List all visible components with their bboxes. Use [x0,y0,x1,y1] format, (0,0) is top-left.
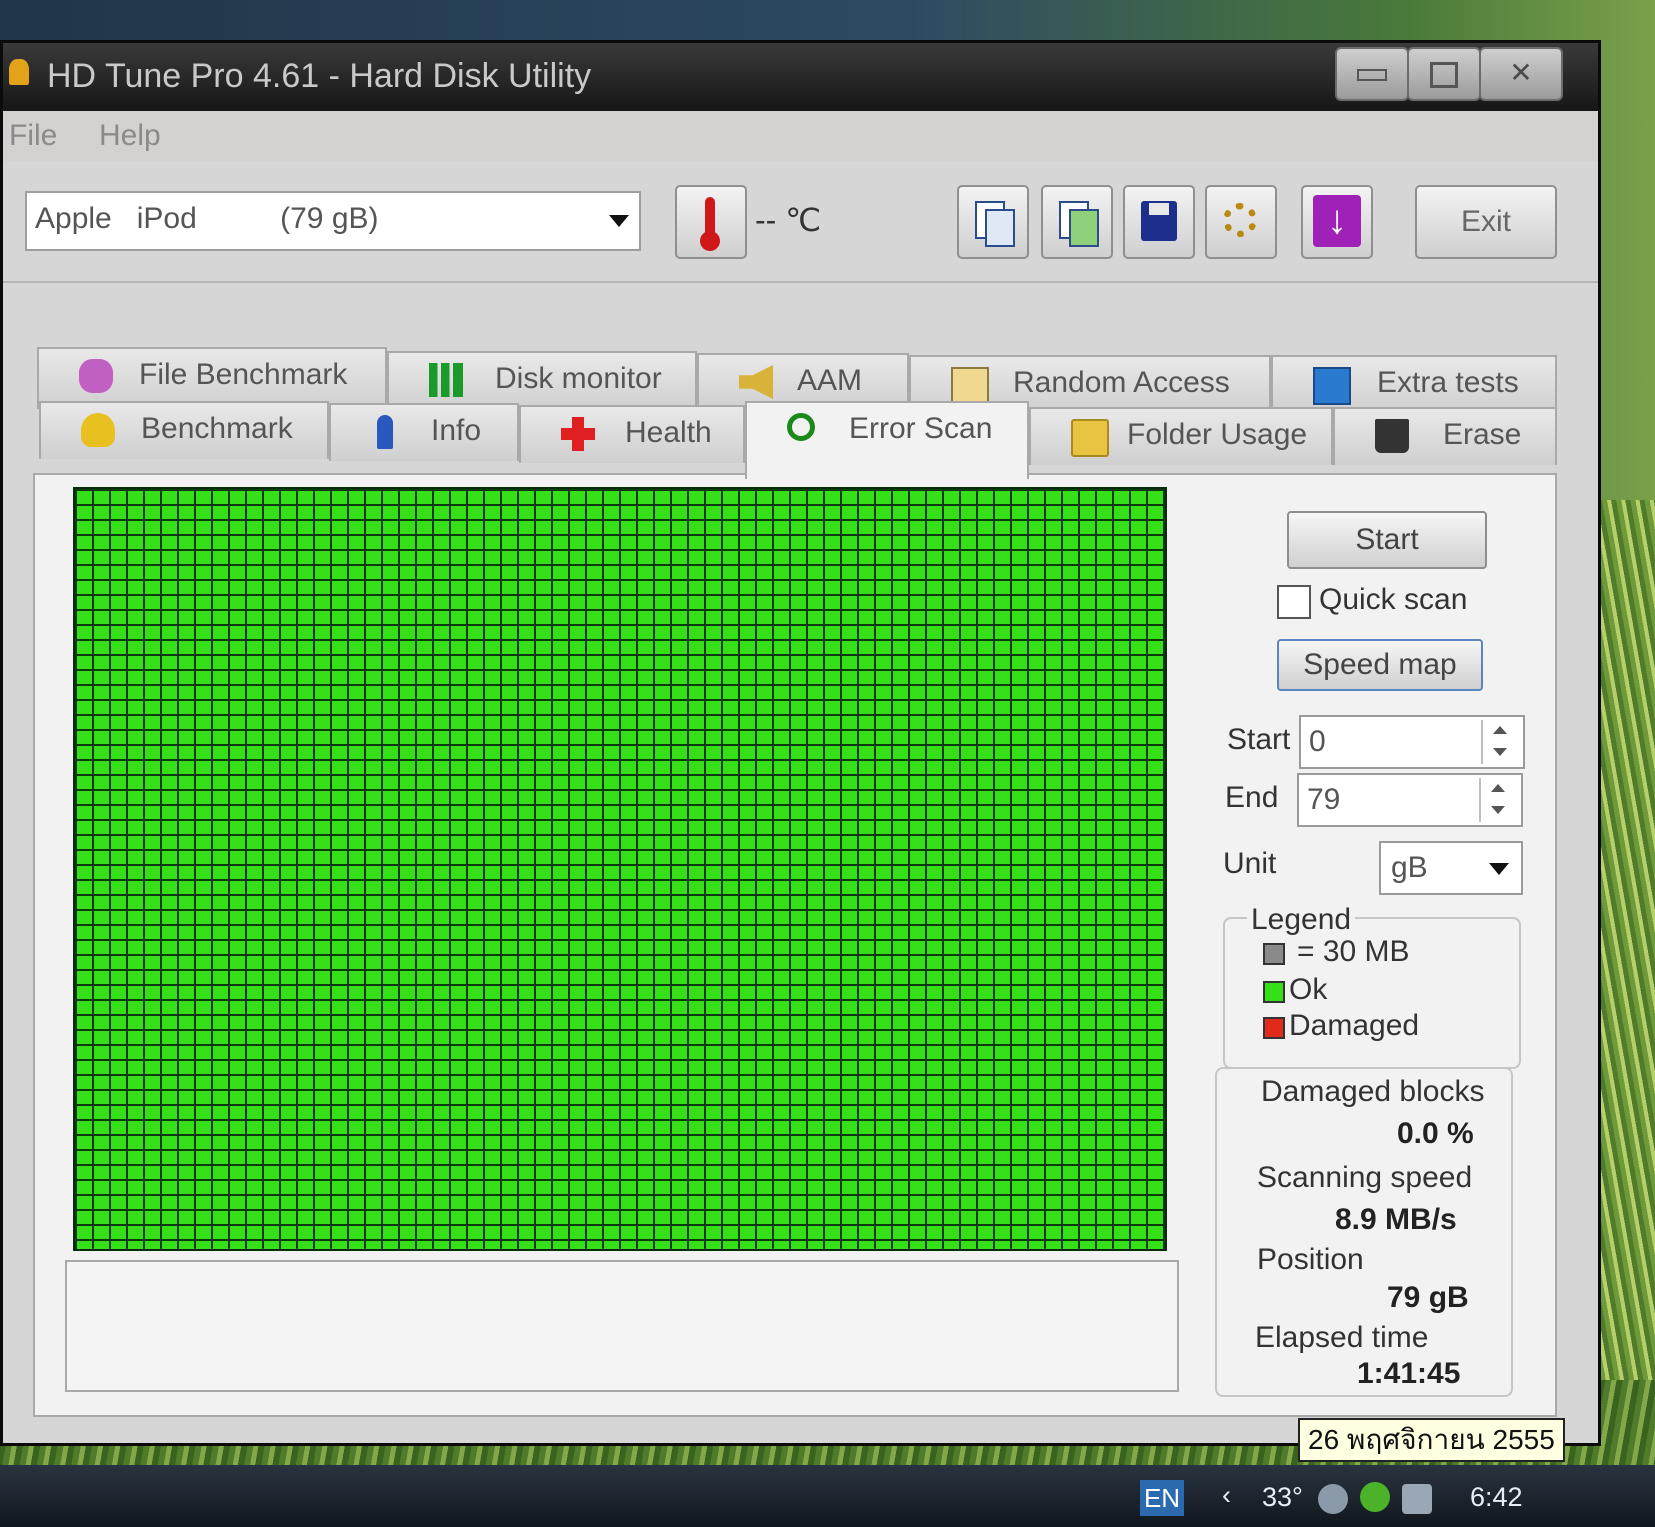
unit-select[interactable]: gB [1379,841,1523,895]
tray-temperature: 33° [1262,1482,1303,1512]
quick-scan-label: Quick scan [1319,583,1468,616]
download-button[interactable]: ↓ [1301,185,1373,259]
usb-device-icon[interactable] [1318,1484,1348,1514]
bar-chart-icon [429,363,463,397]
extra-tests-icon [1313,367,1351,405]
unit-value: gB [1391,851,1428,884]
folder-icon [1071,419,1109,457]
elapsed-time-label: Elapsed time [1255,1321,1429,1354]
app-icon [9,59,29,85]
tab-extra-tests[interactable]: Extra tests [1271,355,1557,413]
lightbulb-icon [81,413,115,447]
trash-icon [1375,419,1409,453]
gear-icon [1223,203,1257,237]
minimize-button[interactable] [1335,47,1409,101]
spin-up-icon [1493,726,1507,734]
minimize-icon [1357,68,1387,81]
end-field[interactable]: 79 [1297,773,1523,827]
tab-info[interactable]: Info [329,403,519,461]
quick-scan-checkbox[interactable] [1277,585,1311,619]
error-scan-panel: Start Quick scan Speed map Start 0 End 7… [33,473,1557,1417]
window-title: HD Tune Pro 4.61 - Hard Disk Utility [47,57,592,95]
tab-disk-monitor[interactable]: Disk monitor [387,351,697,411]
scatter-icon [951,367,989,405]
chevron-down-icon [1489,863,1509,875]
clock[interactable]: 6:42 [1470,1482,1523,1513]
file-benchmark-icon [79,359,113,393]
legend-block-swatch [1263,943,1285,965]
tab-error-scan[interactable]: Error Scan [745,401,1029,479]
spin-down-icon [1493,748,1507,756]
menu-help[interactable]: Help [99,119,161,153]
options-button[interactable] [1205,185,1277,259]
chevron-down-icon [609,215,629,227]
legend-block-size: = 30 MB [1297,935,1410,968]
start-value: 0 [1309,725,1326,758]
volume-muted-icon[interactable] [1402,1484,1432,1514]
drive-select[interactable]: Apple iPod (79 gB) [25,191,641,251]
legend-damaged-swatch [1263,1017,1285,1039]
tab-file-benchmark[interactable]: File Benchmark [37,347,387,409]
tab-benchmark[interactable]: Benchmark [39,401,329,459]
start-label: Start [1227,723,1291,756]
speaker-icon [739,365,773,399]
maximize-button[interactable] [1407,47,1481,101]
temperature-readout: -- ℃ [755,202,822,238]
position-label: Position [1257,1243,1364,1276]
position-value: 79 gB [1387,1281,1469,1314]
end-spinner[interactable] [1479,778,1517,822]
copy-text-button[interactable] [957,185,1029,259]
download-arrow-icon: ↓ [1313,195,1361,247]
drive-select-value: Apple iPod (79 gB) [35,202,379,235]
unit-label: Unit [1223,847,1277,880]
legend-title: Legend [1247,903,1356,937]
spin-up-icon [1491,784,1505,792]
menu-file[interactable]: File [9,119,57,153]
menu-bar: File Help [3,111,1598,161]
temperature-button[interactable] [675,185,747,259]
tab-health[interactable]: Health [519,405,745,463]
thermometer-bulb [700,231,720,251]
save-button[interactable] [1123,185,1195,259]
damaged-blocks-value: 0.0 % [1397,1117,1474,1150]
scan-log-area [65,1260,1179,1392]
tray-expand-icon[interactable]: ‹ [1222,1480,1231,1511]
legend-ok-swatch [1263,981,1285,1003]
title-bar[interactable]: HD Tune Pro 4.61 - Hard Disk Utility ✕ [3,43,1598,111]
tab-erase[interactable]: Erase [1333,407,1557,465]
block-map-grid [75,489,1165,1249]
scanning-speed-label: Scanning speed [1257,1161,1473,1194]
end-value: 79 [1307,783,1341,816]
spin-down-icon [1491,806,1505,814]
window-client-area: File Help Apple iPod (79 gB) -- ℃ ↓ Exit… [3,111,1598,1443]
legend-ok-label: Ok [1289,973,1328,1006]
date-tooltip: 26 พฤศจิกายน 2555 [1298,1418,1565,1462]
scanning-speed-value: 8.9 MB/s [1335,1203,1457,1236]
hd-tune-window: HD Tune Pro 4.61 - Hard Disk Utility ✕ F… [0,40,1601,1446]
toolbar: Apple iPod (79 gB) -- ℃ ↓ Exit [3,161,1598,283]
start-field[interactable]: 0 [1299,715,1525,769]
close-button[interactable]: ✕ [1479,47,1563,101]
language-indicator[interactable]: EN [1140,1480,1184,1516]
tab-folder-usage[interactable]: Folder Usage [1029,407,1333,465]
health-cross-icon [561,417,595,451]
copy-screenshot-button[interactable] [1041,185,1113,259]
legend-damaged-label: Damaged [1289,1009,1420,1042]
start-spinner[interactable] [1481,720,1519,764]
speed-map-button[interactable]: Speed map [1277,639,1483,691]
elapsed-time-value: 1:41:45 [1357,1357,1461,1390]
close-icon: ✕ [1509,57,1533,88]
start-scan-button[interactable]: Start [1287,511,1487,569]
damaged-blocks-label: Damaged blocks [1261,1075,1485,1108]
info-tray-icon[interactable] [1360,1482,1390,1512]
magnifier-icon [787,413,815,441]
exit-button[interactable]: Exit [1415,185,1557,259]
block-map [73,487,1167,1251]
maximize-icon [1430,61,1458,88]
info-icon [377,415,393,449]
end-label: End [1225,781,1279,814]
